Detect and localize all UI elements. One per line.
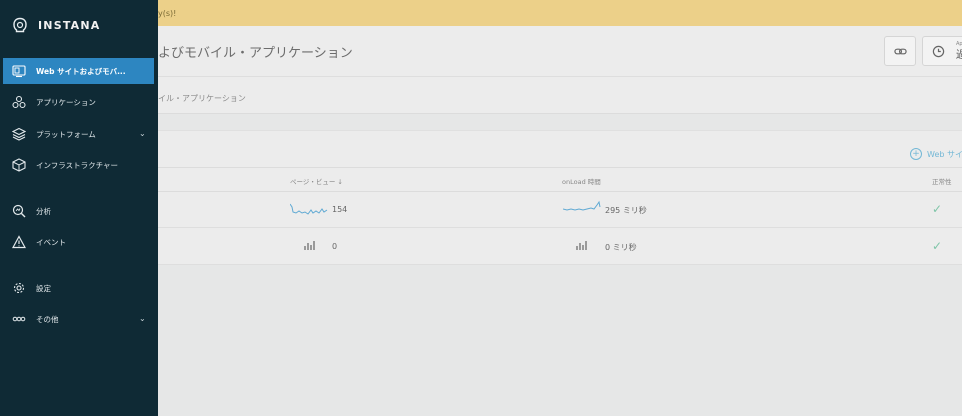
web-monitor-icon [12, 65, 26, 78]
page-views-sparkline [290, 203, 328, 215]
instana-logo[interactable]: INSTANA [12, 17, 101, 33]
health-column-header[interactable]: 正常性 [932, 176, 952, 186]
sidebar-item-label: Web サイトおよびモバ... [36, 66, 126, 76]
sidebar-item-applications[interactable]: アプリケーション [0, 89, 158, 115]
healthy-check-icon: ✓ [932, 202, 943, 216]
sidebar-item-settings[interactable]: 設定 [0, 275, 158, 301]
chevron-down-icon: ⌄ [139, 129, 146, 138]
page-views-empty-chart-icon [304, 241, 315, 250]
sidebar: INSTANA Web サイトおよびモバ... アプリケーション プラットフォー… [0, 0, 158, 416]
page-views-column-header[interactable]: ページ・ビュー ↓ [290, 176, 343, 186]
sidebar-item-label: アプリケーション [36, 97, 96, 107]
sidebar-item-label: その他 [36, 314, 59, 324]
sidebar-item-label: インフラストラクチャー [36, 160, 119, 170]
sidebar-item-label: イベント [36, 237, 66, 247]
onload-value: 0 ミリ秒 [605, 243, 637, 252]
link-icon [894, 48, 907, 55]
infrastructure-icon [12, 158, 26, 172]
brand-name: INSTANA [38, 18, 101, 32]
clock-icon [932, 45, 945, 58]
events-icon [12, 235, 26, 249]
onload-empty-chart-icon [576, 241, 587, 250]
page-views-value: 154 [332, 205, 348, 214]
platforms-icon [12, 127, 26, 141]
copy-link-button[interactable] [884, 36, 916, 66]
onload-value: 295 ミリ秒 [605, 206, 647, 215]
sidebar-item-label: プラットフォーム [36, 129, 96, 139]
sidebar-item-label: 分析 [36, 206, 51, 216]
plus-icon: + [910, 148, 922, 160]
chevron-down-icon: ⌄ [139, 314, 146, 323]
breadcrumb: イル・アプリケーション [158, 94, 246, 103]
analyze-icon [12, 204, 26, 218]
gear-icon [13, 282, 25, 294]
applications-icon [12, 95, 26, 109]
time-range-button[interactable]: Ap 過 [922, 36, 962, 66]
add-website-label: Web サイ [927, 149, 962, 159]
instana-logo-icon [13, 17, 27, 33]
sidebar-item-platforms[interactable]: プラットフォーム ⌄ [0, 121, 158, 147]
sidebar-item-infrastructure[interactable]: インフラストラクチャー [0, 152, 158, 178]
sidebar-item-events[interactable]: イベント [0, 229, 158, 255]
more-icon [12, 316, 26, 322]
sidebar-item-label: 設定 [36, 283, 51, 293]
healthy-check-icon: ✓ [932, 239, 943, 253]
banner-text: y(s)! [158, 8, 177, 18]
onload-sparkline [563, 200, 601, 211]
add-website-button[interactable]: + Web サイ [910, 148, 962, 160]
sidebar-item-more[interactable]: その他 ⌄ [0, 306, 158, 332]
onload-column-header[interactable]: onLoad 時間 [562, 176, 601, 186]
page-title: よびモバイル・アプリケーション [158, 46, 353, 61]
sidebar-item-analyze[interactable]: 分析 [0, 198, 158, 224]
sidebar-item-websites[interactable]: Web サイトおよびモバ... [3, 58, 154, 84]
time-range-value: 過 [956, 50, 962, 61]
page-views-value: 0 [332, 242, 338, 251]
